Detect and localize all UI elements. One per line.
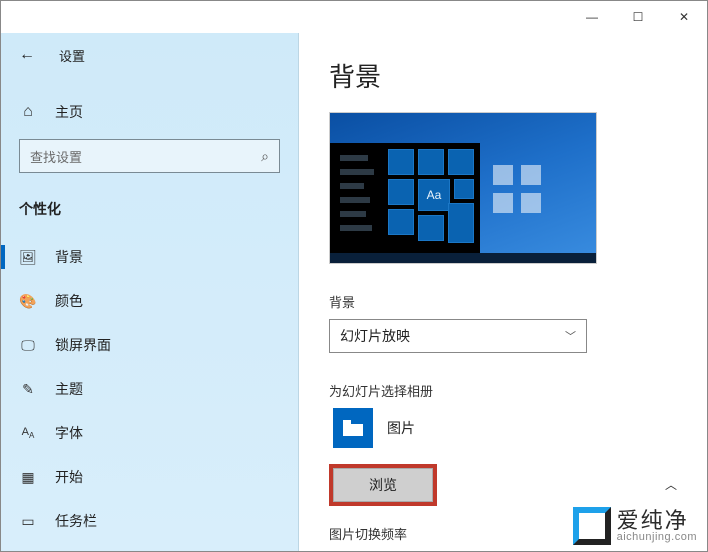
album-row[interactable]: 图片 [329, 408, 677, 448]
theme-icon: ✎ [19, 381, 37, 398]
window-minimize-button[interactable]: — [569, 1, 615, 33]
dropdown-value: 幻灯片放映 [340, 326, 410, 346]
sidebar-item-start[interactable]: ▦ 开始 [1, 455, 298, 499]
sidebar-item-label: 字体 [55, 423, 83, 443]
browse-button[interactable]: 浏览 [333, 468, 433, 502]
sidebar-item-label: 锁屏界面 [55, 335, 111, 355]
watermark: 爱纯净 aichunjing.com [573, 507, 697, 545]
page-title: 背景 [329, 57, 677, 94]
sidebar-item-background[interactable]: 🖼 背景 [1, 235, 298, 279]
windows-logo-icon [493, 165, 541, 213]
back-button[interactable]: ← [19, 46, 35, 64]
background-mode-dropdown[interactable]: 幻灯片放映 ﹀ [329, 319, 587, 353]
sidebar-item-taskbar[interactable]: ▭ 任务栏 [1, 499, 298, 543]
search-icon: ⌕ [261, 148, 269, 165]
taskbar-icon: ▭ [19, 513, 37, 530]
folder-icon [333, 408, 373, 448]
search-placeholder: 查找设置 [30, 147, 82, 166]
window-maximize-button[interactable]: ☐ [615, 1, 661, 33]
chevron-down-icon: ﹀ [565, 328, 576, 344]
sidebar-item-lockscreen[interactable]: 🖵 锁屏界面 [1, 323, 298, 367]
sidebar-item-label: 主页 [55, 102, 83, 122]
sidebar-item-home[interactable]: ⌂ 主页 [1, 91, 298, 133]
sidebar-item-label: 背景 [55, 247, 83, 267]
scroll-up-icon[interactable]: ︿ [665, 476, 677, 493]
start-icon: ▦ [19, 469, 37, 486]
preview-tile-aa: Aa [418, 179, 450, 211]
browse-highlight: 浏览 [329, 464, 437, 506]
search-input[interactable]: 查找设置 ⌕ [19, 139, 280, 173]
sidebar-item-label: 主题 [55, 379, 83, 399]
window-close-button[interactable]: ✕ [661, 1, 707, 33]
lockscreen-icon: 🖵 [19, 337, 37, 354]
sidebar-item-themes[interactable]: ✎ 主题 [1, 367, 298, 411]
album-value: 图片 [387, 418, 415, 438]
content-area: 背景 Aa [299, 33, 707, 551]
sidebar-item-colors[interactable]: 🎨 颜色 [1, 279, 298, 323]
watermark-url: aichunjing.com [617, 532, 697, 543]
sidebar-item-label: 开始 [55, 467, 83, 487]
background-preview: Aa [329, 112, 597, 264]
sidebar-item-label: 颜色 [55, 291, 83, 311]
watermark-title: 爱纯净 [617, 510, 697, 532]
category-title: 个性化 [1, 173, 298, 227]
app-title: 设置 [59, 46, 85, 65]
sidebar: ← 设置 ⌂ 主页 查找设置 ⌕ 个性化 🖼 背景 🎨 颜色 [1, 33, 299, 551]
sidebar-item-label: 任务栏 [55, 511, 97, 531]
watermark-logo-icon [573, 507, 611, 545]
album-section-label: 为幻灯片选择相册 [329, 381, 677, 400]
font-icon: AA [19, 426, 37, 440]
picture-icon: 🖼 [19, 249, 37, 266]
background-section-label: 背景 [329, 292, 677, 311]
palette-icon: 🎨 [19, 293, 37, 310]
sidebar-item-fonts[interactable]: AA 字体 [1, 411, 298, 455]
home-icon: ⌂ [19, 103, 37, 121]
